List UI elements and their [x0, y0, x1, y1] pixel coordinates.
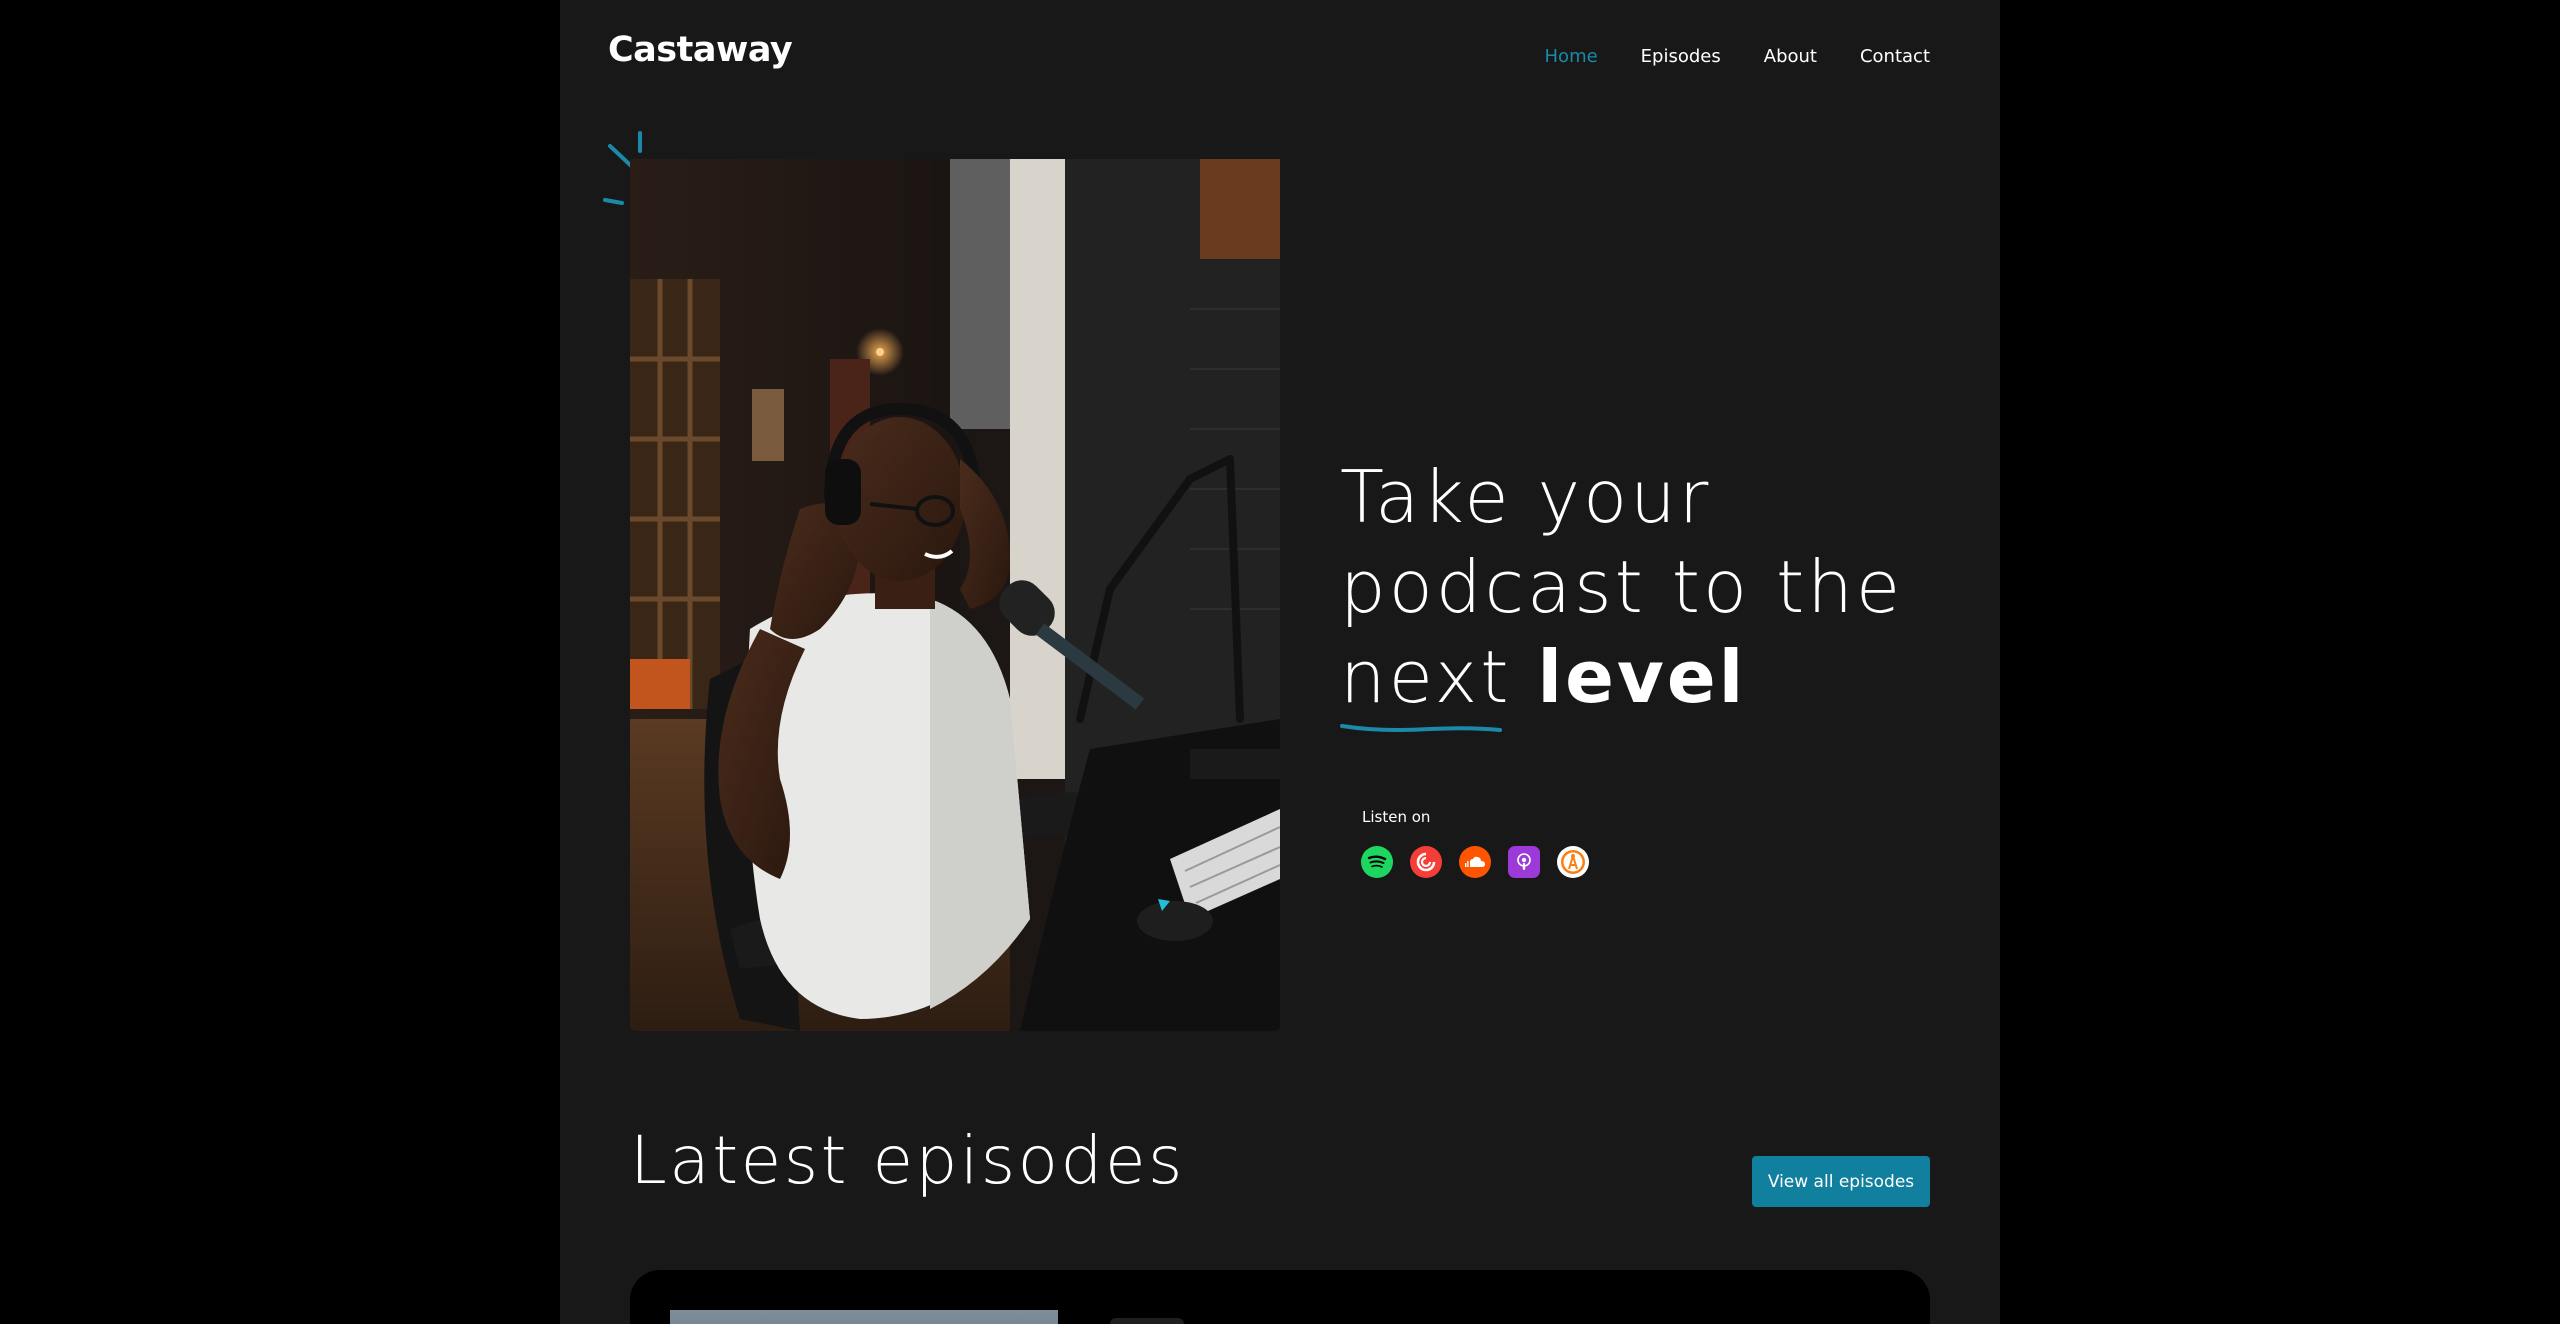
main-nav: Home Episodes About Contact [1545, 46, 1930, 67]
headline-bold-word: level [1537, 635, 1747, 719]
view-all-episodes-button[interactable]: View all episodes [1752, 1156, 1930, 1207]
headline-line-1: Take your [1340, 455, 1712, 539]
nav-contact[interactable]: Contact [1860, 46, 1930, 67]
hero-image [630, 159, 1280, 1031]
spotify-icon[interactable] [1361, 846, 1393, 878]
nav-about[interactable]: About [1764, 46, 1817, 67]
headline-line-2: podcast to the [1340, 545, 1904, 629]
latest-episodes-title: Latest episodes [630, 1122, 1185, 1199]
underline-swoosh [1340, 724, 1502, 732]
episode-tag [1110, 1318, 1184, 1324]
hero-headline: Take your podcast to the next level [1340, 452, 1904, 732]
pocket-casts-icon[interactable] [1410, 846, 1442, 878]
listen-on-label: Listen on [1362, 808, 1431, 826]
apple-podcasts-icon[interactable] [1508, 846, 1540, 878]
overcast-icon[interactable] [1557, 846, 1589, 878]
soundcloud-icon[interactable] [1459, 846, 1491, 878]
nav-home[interactable]: Home [1545, 46, 1598, 67]
platform-links [1361, 846, 1589, 878]
headline-line-3: next level [1340, 632, 1903, 732]
episode-card[interactable] [630, 1270, 1930, 1324]
headline-next-word: next [1340, 632, 1512, 732]
episode-thumbnail [670, 1310, 1058, 1324]
nav-episodes[interactable]: Episodes [1641, 46, 1721, 67]
site-logo[interactable]: Castaway [608, 30, 793, 70]
page: Castaway Home Episodes About Contact Tak… [560, 0, 2000, 1324]
